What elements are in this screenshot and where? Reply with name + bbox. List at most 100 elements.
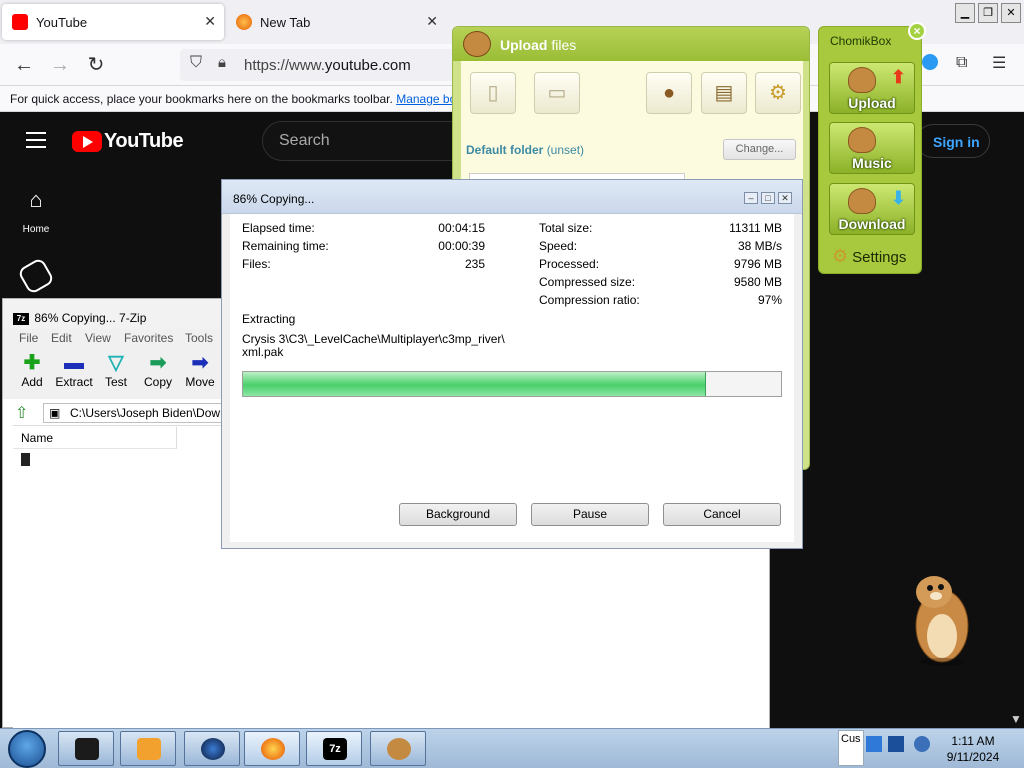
taskbar-globe[interactable] <box>184 731 240 766</box>
dialog-close-icon[interactable]: ✕ <box>778 192 792 204</box>
hamster-logo-icon <box>463 31 491 57</box>
total-size-label: Total size: <box>539 221 593 235</box>
youtube-favicon-icon <box>12 14 28 30</box>
add-file-icon[interactable]: ▯ <box>470 72 516 114</box>
remaining-time-label: Remaining time: <box>242 239 329 253</box>
move-button[interactable]: ➡ Move <box>179 351 221 389</box>
chomikbox-close-icon[interactable]: × <box>908 22 926 40</box>
menu-favorites[interactable]: Favorites <box>124 331 173 345</box>
cancel-button[interactable]: Cancel <box>663 503 781 526</box>
folder-icon: ▣ <box>49 406 61 420</box>
upload-title-rest: files <box>547 37 577 53</box>
home-icon: ⌂ <box>29 187 43 212</box>
add-label: Add <box>21 375 43 389</box>
hamster-mascot-icon[interactable] <box>908 566 974 666</box>
tab-new-tab[interactable]: New Tab ✕ <box>226 4 446 40</box>
up-folder-icon[interactable]: ⇧ <box>15 403 28 423</box>
close-tab-icon[interactable]: ✕ <box>204 13 216 30</box>
default-folder-label: Default folder (unset) <box>466 143 584 157</box>
elapsed-time-label: Elapsed time: <box>242 221 315 235</box>
youtube-search-input[interactable]: Search <box>262 121 462 161</box>
taskbar-7zip[interactable]: 7z <box>306 731 362 766</box>
speed-label: Speed: <box>539 239 578 253</box>
extract-label: Extract <box>55 375 93 389</box>
hamster-headphones-icon <box>848 127 876 153</box>
menu-file[interactable]: File <box>19 331 38 345</box>
clipboard-add-icon[interactable]: ▤ <box>701 72 747 114</box>
extensions-icon[interactable]: ⧉ <box>956 54 967 72</box>
chomikbox-settings-button[interactable]: ⚙ Settings <box>832 246 906 267</box>
manage-bookmarks-link[interactable]: Manage bo <box>396 92 456 106</box>
start-button[interactable] <box>8 730 46 768</box>
chomikbox-music-button[interactable]: Music <box>829 122 915 174</box>
menu-view[interactable]: View <box>85 331 111 345</box>
files-value: 235 <box>464 257 485 271</box>
dialog-minimize-icon[interactable]: – <box>744 192 758 204</box>
lock-icon[interactable]: 🔒︎ <box>218 54 226 71</box>
close-window-icon[interactable]: ✕ <box>1001 3 1021 23</box>
chomikbox-upload-button[interactable]: ⬆ Upload <box>829 62 915 114</box>
tab-youtube[interactable]: YouTube ✕ <box>2 4 224 40</box>
add-button[interactable]: ✚ Add <box>11 351 53 389</box>
menu-tools[interactable]: Tools <box>185 331 213 345</box>
current-file-line2: xml.pak <box>242 345 284 359</box>
hamburger-menu-icon[interactable] <box>26 132 46 148</box>
music-label: Music <box>852 155 892 171</box>
tray-monitor-icon[interactable] <box>888 736 904 752</box>
clock[interactable]: 1:11 AM 9/11/2024 <box>942 733 1004 765</box>
column-header-name[interactable]: Name <box>13 427 177 449</box>
change-folder-button[interactable]: Change... <box>723 139 796 160</box>
close-tab-icon[interactable]: ✕ <box>426 13 438 30</box>
pause-button[interactable]: Pause <box>531 503 649 526</box>
account-icon[interactable] <box>922 54 938 70</box>
scroll-down-icon[interactable]: ▼ <box>1010 712 1022 726</box>
compression-ratio-value: 97% <box>757 293 782 307</box>
dialog-maximize-icon[interactable]: □ <box>761 192 775 204</box>
gear-icon: ⚙ <box>832 246 849 266</box>
background-button[interactable]: Background <box>399 503 517 526</box>
hamster-icon[interactable]: ● <box>646 72 692 114</box>
upload-label: Upload <box>848 95 896 111</box>
dialog-title-bar: 86% Copying... <box>222 180 802 214</box>
sign-in-button[interactable]: Sign in <box>916 124 990 158</box>
compression-ratio-label: Compression ratio: <box>539 293 640 307</box>
current-file-line1: Crysis 3\C3\_LevelCache\Multiplayer\c3mp… <box>242 332 505 346</box>
tray-network-icon[interactable] <box>866 736 882 752</box>
shield-icon[interactable]: ⛉ <box>190 54 202 72</box>
restore-icon[interactable]: ❐ <box>978 3 998 23</box>
progress-bar-fill <box>243 372 706 396</box>
tray-customize[interactable]: Cus <box>838 730 864 766</box>
sevenzip-app-icon: 7z <box>13 312 29 325</box>
tray-volume-icon[interactable] <box>914 736 930 752</box>
taskbar-chomikbox[interactable] <box>370 731 426 766</box>
compressed-size-label: Compressed size: <box>539 275 636 289</box>
hamster-icon <box>848 67 876 93</box>
taskbar-explorer[interactable] <box>58 731 114 766</box>
gear-icon[interactable]: ⚙ <box>755 72 801 114</box>
taskbar-media-player[interactable] <box>120 731 176 766</box>
youtube-logo[interactable]: YouTube <box>72 130 184 153</box>
menu-icon[interactable]: ☰ <box>992 53 1006 73</box>
forward-icon[interactable]: → <box>46 52 74 78</box>
default-folder-text: Default folder <box>466 143 544 157</box>
check-icon: ▽ <box>108 352 124 374</box>
reload-icon[interactable]: ↻ <box>82 52 110 78</box>
taskbar-firefox[interactable] <box>244 731 300 766</box>
add-folder-icon[interactable]: ▭ <box>534 72 580 114</box>
extract-button[interactable]: ▬ Extract <box>53 351 95 389</box>
minimize-icon[interactable]: ▁ <box>955 3 975 23</box>
menu-edit[interactable]: Edit <box>51 331 72 345</box>
total-size-value: 11311 MB <box>729 221 782 235</box>
url-domain: youtube.com <box>324 57 411 74</box>
chomikbox-download-button[interactable]: ⬇ Download <box>829 183 915 235</box>
sidebar-item-home[interactable]: ⌂ Home <box>16 187 56 236</box>
sevenzip-title: 86% Copying... 7-Zip <box>34 311 147 325</box>
arrow-down-icon: ⬇ <box>890 188 906 208</box>
file-icon[interactable] <box>21 453 30 466</box>
url-prefix: https://www. <box>244 57 325 74</box>
back-icon[interactable]: ← <box>10 52 38 78</box>
copy-button[interactable]: ➡ Copy <box>137 351 179 389</box>
test-button[interactable]: ▽ Test <box>95 351 137 389</box>
arrow-right-icon: ➡ <box>191 352 209 374</box>
tab-title: YouTube <box>36 14 88 30</box>
